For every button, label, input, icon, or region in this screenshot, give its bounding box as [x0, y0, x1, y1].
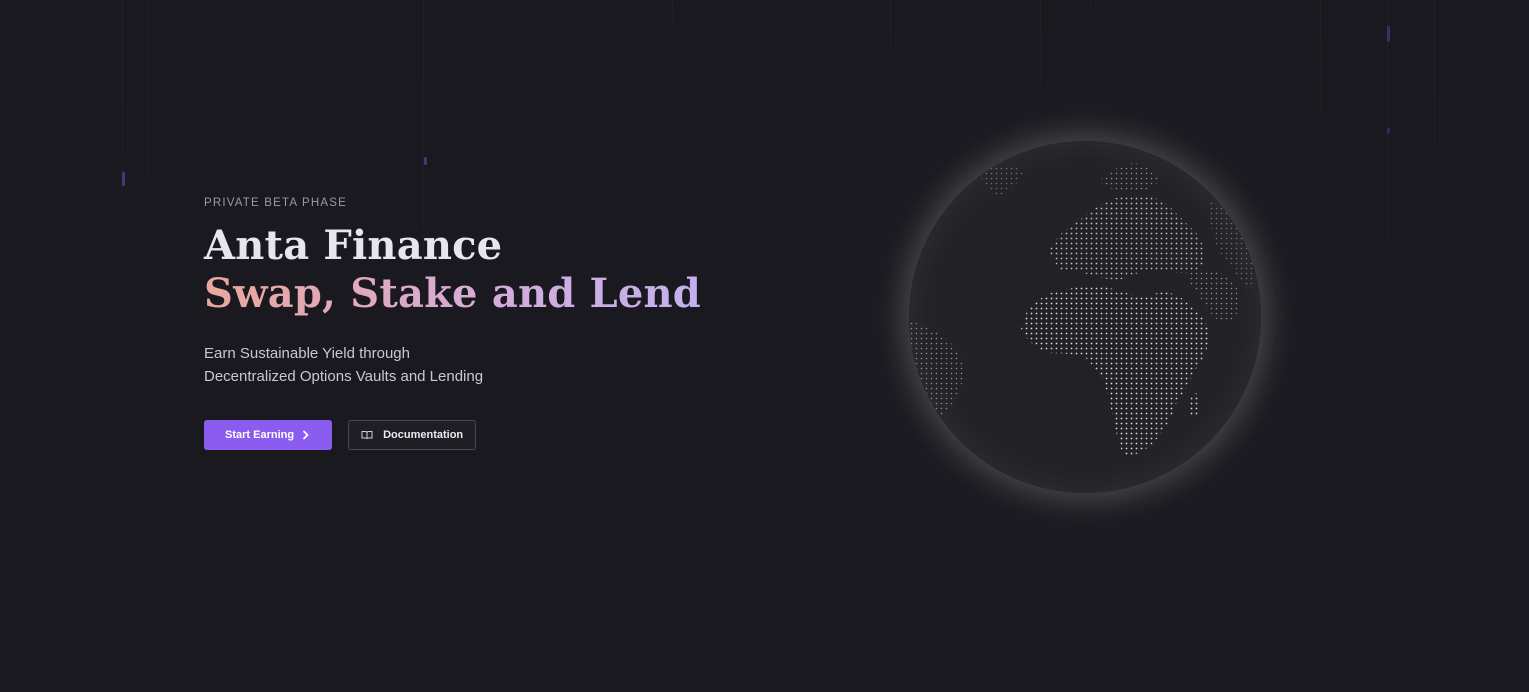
subtitle-line-1: Earn Sustainable Yield through: [204, 345, 410, 362]
background-line: [1434, 0, 1435, 420]
landing-page: PRIVATE BETA PHASE Anta Finance Swap, St…: [0, 0, 1529, 692]
background-accent: [1387, 128, 1390, 134]
documentation-label: Documentation: [383, 429, 464, 441]
start-earning-button[interactable]: Start Earning: [204, 420, 333, 450]
background-line: [890, 0, 891, 140]
beta-eyebrow: PRIVATE BETA PHASE: [204, 197, 348, 209]
background-line: [1040, 0, 1041, 140]
page-tagline: Swap, Stake and Lend: [204, 270, 701, 317]
background-line: [122, 0, 123, 460]
background-line: [1320, 0, 1321, 190]
hero-section: PRIVATE BETA PHASE Anta Finance Swap, St…: [204, 196, 824, 450]
globe-sphere: [909, 141, 1261, 493]
background-line: [1090, 0, 1091, 12]
background-accent: [122, 172, 125, 186]
background-accent: [1387, 26, 1390, 42]
background-line: [1387, 0, 1388, 400]
europe-landmass: [1049, 194, 1204, 280]
scandinavia-landmass: [1099, 163, 1159, 193]
start-earning-label: Start Earning: [225, 429, 295, 441]
greenland-landmass: [979, 166, 1024, 196]
background-accent: [424, 157, 427, 165]
dotted-globe-map: [909, 163, 1256, 456]
chevron-right-icon: [302, 430, 310, 440]
background-line: [147, 0, 148, 300]
globe-illustration: [909, 141, 1261, 493]
book-icon: [361, 430, 373, 440]
madagascar-landmass: [1189, 391, 1200, 417]
africa-landmass: [1021, 285, 1209, 456]
south-america-landmass: [909, 321, 964, 426]
page-title: Anta Finance: [204, 222, 503, 269]
documentation-button[interactable]: Documentation: [348, 420, 477, 450]
background-line: [672, 0, 673, 40]
subtitle-line-2: Decentralized Options Vaults and Lending: [204, 368, 484, 385]
tagline-wrap: Swap, Stake and Lend: [204, 270, 824, 318]
hero-actions: Start Earning Documentation: [204, 420, 824, 450]
hero-subtitle: Earn Sustainable Yield through Decentral…: [204, 342, 824, 388]
